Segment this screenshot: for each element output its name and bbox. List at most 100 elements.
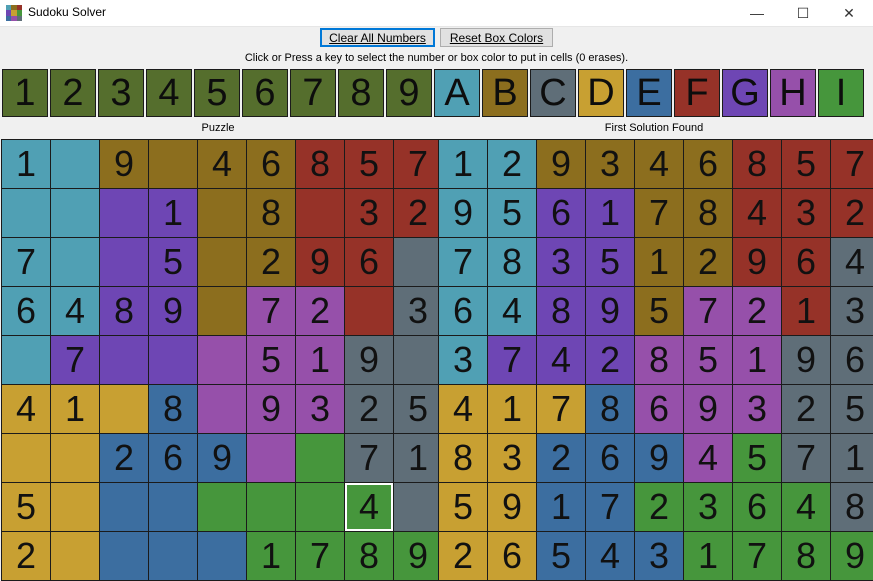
puzzle-cell[interactable]: 2	[247, 238, 295, 286]
solution-cell[interactable]: 8	[831, 483, 873, 531]
puzzle-cell[interactable]	[100, 189, 148, 237]
solution-cell[interactable]: 2	[488, 140, 536, 188]
puzzle-cell[interactable]: 7	[394, 140, 442, 188]
puzzle-cell[interactable]: 7	[345, 434, 393, 482]
maximize-button[interactable]: ☐	[780, 0, 826, 26]
puzzle-cell[interactable]: 8	[149, 385, 197, 433]
puzzle-cell[interactable]	[100, 238, 148, 286]
puzzle-cell[interactable]: 4	[2, 385, 50, 433]
solution-cell[interactable]: 3	[831, 287, 873, 335]
solution-cell[interactable]: 4	[439, 385, 487, 433]
puzzle-cell[interactable]	[394, 238, 442, 286]
puzzle-cell[interactable]	[51, 189, 99, 237]
puzzle-cell[interactable]: 8	[247, 189, 295, 237]
puzzle-cell[interactable]	[198, 385, 246, 433]
puzzle-cell[interactable]: 7	[247, 287, 295, 335]
solution-cell[interactable]: 1	[733, 336, 781, 384]
color-button-I[interactable]: I	[818, 69, 864, 117]
puzzle-cell[interactable]: 2	[394, 189, 442, 237]
solution-cell[interactable]: 5	[831, 385, 873, 433]
puzzle-cell[interactable]: 6	[2, 287, 50, 335]
solution-cell[interactable]: 9	[439, 189, 487, 237]
solution-cell[interactable]: 8	[537, 287, 585, 335]
puzzle-cell[interactable]: 1	[394, 434, 442, 482]
solution-cell[interactable]: 1	[586, 189, 634, 237]
solution-cell[interactable]: 1	[831, 434, 873, 482]
puzzle-cell[interactable]: 1	[149, 189, 197, 237]
puzzle-cell[interactable]	[51, 434, 99, 482]
number-button-8[interactable]: 8	[338, 69, 384, 117]
puzzle-cell[interactable]	[198, 287, 246, 335]
puzzle-cell[interactable]: 9	[345, 336, 393, 384]
solution-cell[interactable]: 3	[537, 238, 585, 286]
puzzle-cell[interactable]: 3	[394, 287, 442, 335]
solution-cell[interactable]: 3	[684, 483, 732, 531]
solution-cell[interactable]: 4	[537, 336, 585, 384]
number-button-3[interactable]: 3	[98, 69, 144, 117]
puzzle-cell[interactable]	[198, 189, 246, 237]
puzzle-cell[interactable]: 2	[345, 385, 393, 433]
color-button-H[interactable]: H	[770, 69, 816, 117]
number-button-2[interactable]: 2	[50, 69, 96, 117]
puzzle-cell[interactable]	[51, 140, 99, 188]
puzzle-cell[interactable]: 5	[2, 483, 50, 531]
reset-box-colors-button[interactable]: Reset Box Colors	[440, 28, 553, 47]
solution-cell[interactable]: 6	[586, 434, 634, 482]
puzzle-cell[interactable]	[149, 336, 197, 384]
solution-cell[interactable]: 7	[488, 336, 536, 384]
solution-cell[interactable]: 1	[635, 238, 683, 286]
puzzle-cell[interactable]	[296, 434, 344, 482]
puzzle-cell[interactable]	[2, 189, 50, 237]
puzzle-cell[interactable]: 6	[247, 140, 295, 188]
solution-cell[interactable]: 5	[782, 140, 830, 188]
puzzle-cell[interactable]: 3	[345, 189, 393, 237]
puzzle-cell[interactable]	[296, 189, 344, 237]
puzzle-cell[interactable]: 5	[247, 336, 295, 384]
puzzle-cell[interactable]	[247, 483, 295, 531]
puzzle-cell[interactable]	[247, 434, 295, 482]
solution-cell[interactable]: 5	[439, 483, 487, 531]
puzzle-cell[interactable]: 9	[296, 238, 344, 286]
solution-cell[interactable]: 7	[831, 140, 873, 188]
puzzle-cell[interactable]: 1	[2, 140, 50, 188]
puzzle-cell[interactable]: 1	[247, 532, 295, 580]
puzzle-cell[interactable]: 1	[296, 336, 344, 384]
solution-cell[interactable]: 4	[831, 238, 873, 286]
solution-cell[interactable]: 6	[439, 287, 487, 335]
puzzle-cell[interactable]	[198, 532, 246, 580]
solution-cell[interactable]: 7	[439, 238, 487, 286]
solution-cell[interactable]: 9	[537, 140, 585, 188]
solution-cell[interactable]: 9	[684, 385, 732, 433]
solution-cell[interactable]: 9	[586, 287, 634, 335]
solution-cell[interactable]: 9	[733, 238, 781, 286]
puzzle-cell[interactable]	[100, 385, 148, 433]
color-button-B[interactable]: B	[482, 69, 528, 117]
puzzle-cell[interactable]: 4	[198, 140, 246, 188]
puzzle-cell[interactable]	[394, 336, 442, 384]
puzzle-cell[interactable]	[296, 483, 344, 531]
solution-cell[interactable]: 7	[635, 189, 683, 237]
solution-cell[interactable]: 2	[439, 532, 487, 580]
puzzle-cell[interactable]	[198, 336, 246, 384]
puzzle-cell[interactable]: 7	[296, 532, 344, 580]
color-button-A[interactable]: A	[434, 69, 480, 117]
puzzle-cell[interactable]	[51, 532, 99, 580]
puzzle-cell[interactable]: 7	[51, 336, 99, 384]
puzzle-cell[interactable]	[198, 483, 246, 531]
solution-cell[interactable]: 8	[488, 238, 536, 286]
puzzle-cell[interactable]: 8	[296, 140, 344, 188]
puzzle-cell[interactable]: 5	[149, 238, 197, 286]
puzzle-cell[interactable]: 5	[394, 385, 442, 433]
puzzle-cell[interactable]	[51, 483, 99, 531]
puzzle-cell[interactable]	[198, 238, 246, 286]
solution-cell[interactable]: 4	[782, 483, 830, 531]
solution-cell[interactable]: 3	[635, 532, 683, 580]
puzzle-cell[interactable]: 4	[51, 287, 99, 335]
minimize-button[interactable]: —	[734, 0, 780, 26]
number-button-9[interactable]: 9	[386, 69, 432, 117]
solution-cell[interactable]: 6	[733, 483, 781, 531]
puzzle-cell[interactable]: 8	[100, 287, 148, 335]
puzzle-cell[interactable]	[149, 140, 197, 188]
solution-cell[interactable]: 5	[586, 238, 634, 286]
number-button-6[interactable]: 6	[242, 69, 288, 117]
